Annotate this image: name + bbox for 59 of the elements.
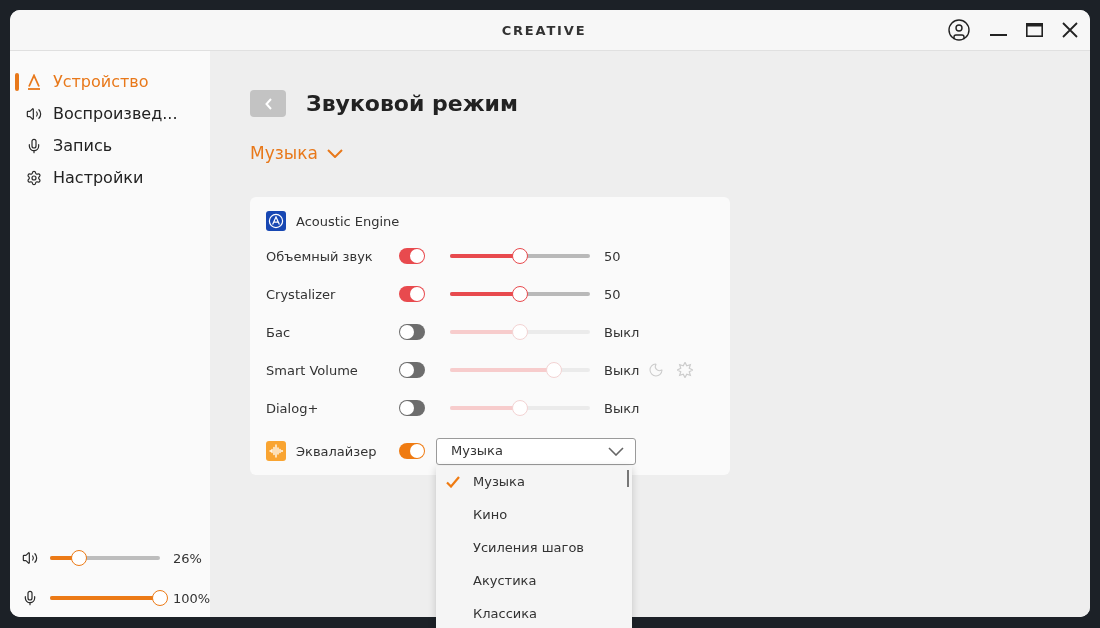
slider-thumb[interactable] (70, 550, 87, 566)
value-reading: 50 (604, 249, 621, 263)
effect-label: Объемный звук (266, 249, 374, 263)
card-title: Acoustic Engine (296, 214, 400, 228)
menu-item[interactable]: Акустика (436, 564, 632, 598)
sidebar-item[interactable]: Запись (10, 130, 210, 162)
account-button[interactable] (947, 18, 971, 42)
menu-item[interactable]: Музыка (436, 465, 632, 499)
speaker-icon (22, 550, 38, 566)
user-icon (947, 18, 971, 42)
preset-select[interactable]: Музыка (436, 437, 636, 465)
value-reading: Выкл (604, 363, 640, 377)
level-reading: 100% (173, 591, 211, 605)
close-icon (1062, 22, 1078, 38)
chevron-down-icon (608, 446, 624, 456)
slider-thumb[interactable] (512, 286, 528, 302)
menu-item[interactable]: Усиления шагов (436, 531, 632, 565)
equalizer-label: Эквалайзер (296, 444, 377, 458)
check-icon (446, 476, 460, 488)
page-title: Звуковой режим (306, 92, 518, 115)
value-reading: 50 (604, 287, 621, 301)
settings-icon (26, 170, 42, 186)
back-button[interactable] (250, 90, 286, 117)
effect-label: Crystalizer (266, 287, 337, 301)
value-reading: Выкл (604, 325, 640, 339)
waveform-icon (266, 441, 286, 461)
triangle-icon (26, 74, 42, 90)
minimize-icon (990, 34, 1007, 36)
microphone-icon (22, 590, 38, 606)
toggle-switch[interactable] (399, 400, 425, 416)
effect-label: Smart Volume (266, 363, 359, 377)
menu-item[interactable]: Кино (436, 498, 632, 532)
slider-thumb[interactable] (512, 248, 528, 264)
circle-logo-icon (266, 211, 286, 231)
close-button[interactable] (1062, 22, 1078, 38)
active-indicator (15, 73, 19, 91)
value-reading: Выкл (604, 401, 640, 415)
chevron-down-icon (326, 148, 343, 158)
effect-label: Бас (266, 325, 292, 339)
microphone-icon (26, 138, 42, 154)
moon-icon[interactable] (648, 362, 665, 378)
sidebar-item[interactable]: Воспроизвед... (10, 98, 210, 130)
effect-label: Dialog+ (266, 401, 320, 415)
level-reading: 26% (173, 551, 202, 565)
speaker-icon (26, 106, 42, 122)
maximize-button[interactable] (1026, 23, 1043, 37)
slider-thumb[interactable] (152, 590, 168, 606)
menu-item[interactable]: Классика (436, 597, 632, 628)
starburst-icon[interactable] (677, 362, 694, 378)
scrollbar[interactable] (627, 469, 629, 487)
brand-logo: CREATIVE (501, 23, 587, 37)
toggle-switch[interactable] (399, 443, 425, 459)
toggle-switch[interactable] (399, 324, 425, 340)
chevron-left-icon (264, 97, 272, 110)
toggle-switch[interactable] (399, 286, 425, 302)
maximize-icon (1026, 23, 1043, 37)
toggle-switch[interactable] (399, 248, 425, 264)
sidebar-item[interactable]: Настройки (10, 162, 210, 194)
toggle-switch[interactable] (399, 362, 425, 378)
